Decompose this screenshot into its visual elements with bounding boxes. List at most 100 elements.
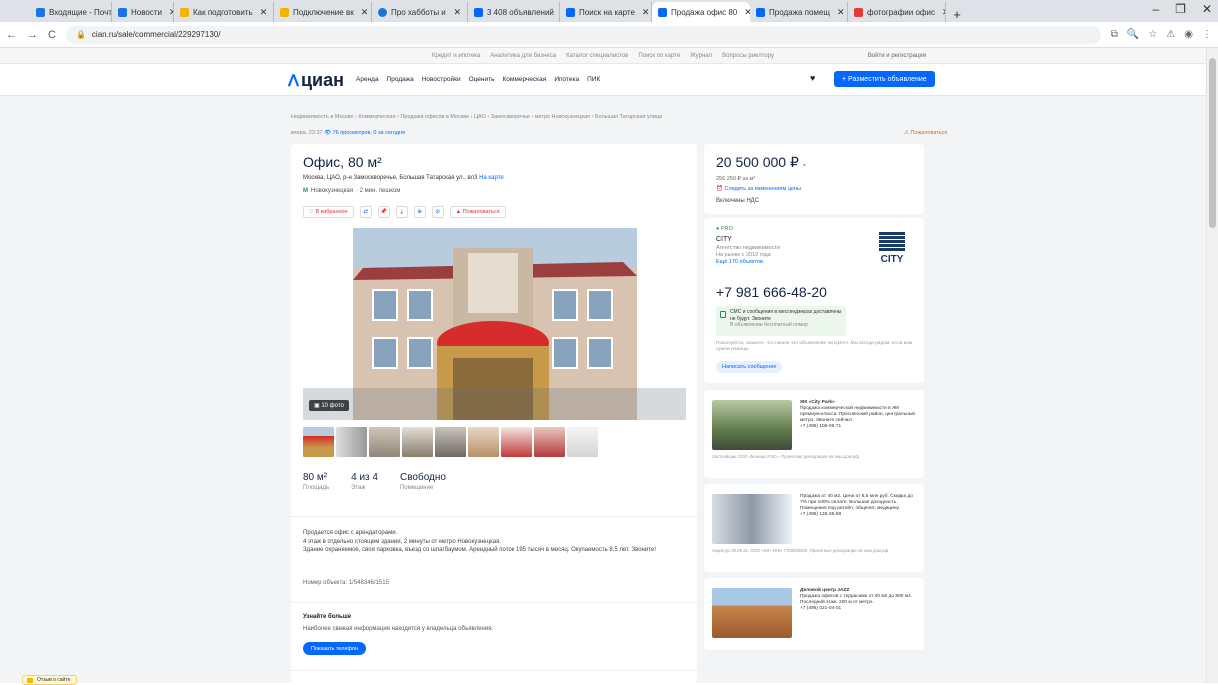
close-icon[interactable]: ✕ <box>257 7 268 18</box>
post-listing-button[interactable]: + Разместить объявление <box>834 71 935 87</box>
nav-item[interactable]: Продажа <box>387 76 414 83</box>
photo-thumbnail[interactable] <box>567 427 598 457</box>
price-history-icon[interactable]: ▾ <box>803 163 806 169</box>
agent-phone[interactable]: +7 981 666-48-20 <box>716 284 827 300</box>
ad-card[interactable]: ЖК «Сity Park» Продажа коммерческой недв… <box>704 390 924 478</box>
map-link[interactable]: На карте <box>479 175 504 181</box>
top-link[interactable]: Каталог специалистов <box>566 53 628 59</box>
browser-tab[interactable]: Как подготовить ✕ <box>174 2 274 22</box>
agent-name[interactable]: CITY <box>716 236 732 243</box>
forward-icon[interactable]: → <box>27 29 38 41</box>
agent-offers-link[interactable]: Ещё 170 объектов <box>716 259 780 266</box>
tab-favicon-icon <box>658 7 667 17</box>
close-icon[interactable]: ✕ <box>358 7 369 18</box>
back-icon[interactable]: ← <box>6 29 17 41</box>
scrollbar-thumb[interactable] <box>1209 58 1216 228</box>
top-link[interactable]: Поиск по карте <box>638 53 680 59</box>
translate-icon[interactable]: ⧉ <box>1111 29 1118 40</box>
photo-thumbnail[interactable] <box>501 427 532 457</box>
scrollbar[interactable] <box>1206 48 1218 683</box>
share-icon[interactable]: ⇄ <box>359 206 372 218</box>
favorites-heart-icon[interactable]: ♥ <box>810 73 815 83</box>
browser-tab[interactable]: Новости✕ <box>112 2 174 22</box>
sms-notice: СМС и сообщения в мессенджерах доставлен… <box>716 306 846 336</box>
views-count[interactable]: 👁 76 просмотров, 0 за сегодня <box>324 130 405 136</box>
close-window-icon[interactable]: ✕ <box>1202 2 1212 16</box>
nav-item[interactable]: Новостройки <box>422 76 461 83</box>
complain-link[interactable]: ⚠ Пожаловаться <box>904 130 947 136</box>
zoom-icon[interactable]: 🔍 <box>1127 29 1139 40</box>
browser-tab[interactable]: фотографии офис✕ <box>848 2 946 22</box>
ad-card[interactable]: Деловой центр JAZZ Продажа офисов с терр… <box>704 578 924 650</box>
report-button[interactable]: ▲ Пожаловаться <box>449 206 506 218</box>
top-link[interactable]: Аналитика для бизнеса <box>490 53 556 59</box>
photo-count-badge[interactable]: ▣ 10 фото <box>309 400 349 411</box>
photo-thumbnail[interactable] <box>336 427 367 457</box>
browser-tab[interactable]: Продажа помещ ✕ <box>750 2 848 22</box>
show-phone-button[interactable]: Показать телефон <box>303 642 367 655</box>
browser-tab-active[interactable]: Продажа офис 80 ✕ <box>652 2 750 22</box>
nav-item[interactable]: Коммерческая <box>503 76 547 83</box>
metro-info: M Новокузнецкая · 2 мин. пешком <box>303 188 400 194</box>
close-icon[interactable]: ✕ <box>939 7 945 18</box>
extension-icon[interactable]: ⚠ <box>1166 29 1175 40</box>
hide-icon[interactable]: ⊘ <box>431 206 444 218</box>
feedback-button[interactable]: Отзыв о сайте <box>22 675 78 685</box>
photo-thumbnail[interactable] <box>435 427 466 457</box>
close-icon[interactable]: ✕ <box>166 7 173 18</box>
close-icon[interactable]: ✕ <box>639 7 650 18</box>
nav-item[interactable]: Аренда <box>356 76 379 83</box>
nav-item[interactable]: Ипотека <box>554 76 579 83</box>
new-tab-button[interactable]: + <box>946 7 968 22</box>
browser-tab[interactable]: Входящие - Почта✕ <box>30 2 112 22</box>
profile-icon[interactable]: ◉ <box>1184 29 1193 40</box>
browser-tab-bar: Входящие - Почта✕ Новости✕ Как подготови… <box>0 0 1218 22</box>
write-message-button[interactable]: Написать сообщение <box>716 361 783 373</box>
browser-tab[interactable]: 3 408 объявлений✕ <box>468 2 560 22</box>
learn-more-text: Наиболее свежая информация находится у в… <box>303 626 494 632</box>
photo-thumbnail[interactable] <box>369 427 400 457</box>
metro-icon: M <box>303 188 308 194</box>
photo-thumbnail[interactable] <box>402 427 433 457</box>
listing-description: Продается офис с арендаторами. 4 этаж в … <box>303 530 656 553</box>
close-icon[interactable]: ✕ <box>741 7 750 18</box>
close-icon[interactable]: ✕ <box>834 7 845 18</box>
close-icon[interactable]: ✕ <box>450 7 461 18</box>
browser-tab[interactable]: Подключение вк ✕ <box>274 2 372 22</box>
menu-icon[interactable]: ⋮ <box>1202 29 1212 40</box>
url-field[interactable]: 🔒 cian.ru/sale/commercial/229297130/ <box>65 25 1101 44</box>
metro-station[interactable]: Новокузнецкая <box>311 188 353 194</box>
compare-icon[interactable]: ⊕ <box>413 206 426 218</box>
download-icon[interactable]: ⤓ <box>395 206 408 218</box>
browser-tab[interactable]: Про хабботы и ✕ <box>372 2 468 22</box>
agent-logo[interactable]: CITY <box>876 232 908 272</box>
top-link[interactable]: Журнал <box>690 53 712 59</box>
nav-item-pik[interactable]: ПИК <box>587 76 600 83</box>
ad-text: Деловой центр JAZZ Продажа офисов с терр… <box>800 588 913 611</box>
nav-item[interactable]: Оценить <box>469 76 495 83</box>
ad-image <box>712 588 792 638</box>
photo-thumbnail[interactable] <box>534 427 565 457</box>
ad-card[interactable]: Продажа от 40 м2. Цена от 8,5 млн руб. С… <box>704 484 924 572</box>
reload-icon[interactable]: C <box>48 29 56 41</box>
follow-price-link[interactable]: ⏰ Следить за изменением цены <box>716 186 801 192</box>
top-link[interactable]: Кредит и ипотека <box>432 53 480 59</box>
browser-tab[interactable]: Поиск на карте ✕ <box>560 2 652 22</box>
top-link[interactable]: Вопросы риелтору <box>722 53 774 59</box>
restore-icon[interactable]: ❐ <box>1175 2 1186 16</box>
photo-thumbnail[interactable] <box>468 427 499 457</box>
star-icon[interactable]: ☆ <box>1148 29 1157 40</box>
breadcrumb[interactable]: Недвижимость в Москве › Коммерческая › П… <box>291 114 662 120</box>
pro-badge: ● PRO <box>716 226 733 232</box>
top-links-bar: Кредит и ипотека Аналитика для бизнеса К… <box>0 48 1206 64</box>
main-photo[interactable]: ▣ 10 фото <box>303 228 686 420</box>
listing-meta: вчера, 22:37 👁 76 просмотров, 0 за сегод… <box>291 130 405 136</box>
photo-thumbnail[interactable] <box>303 427 334 457</box>
cian-logo[interactable]: ᐱ циан <box>288 70 344 91</box>
minimize-icon[interactable]: – <box>1152 2 1159 16</box>
listing-address: Москва, ЦАО, р-н Замоскворечье, Большая … <box>303 175 504 181</box>
address-bar: ← → C 🔒 cian.ru/sale/commercial/22929713… <box>0 22 1218 48</box>
login-link[interactable]: Войти и регистрация <box>868 53 926 59</box>
pin-icon[interactable]: 📌 <box>377 206 390 218</box>
favorite-button[interactable]: ♡ В избранное <box>303 206 354 218</box>
